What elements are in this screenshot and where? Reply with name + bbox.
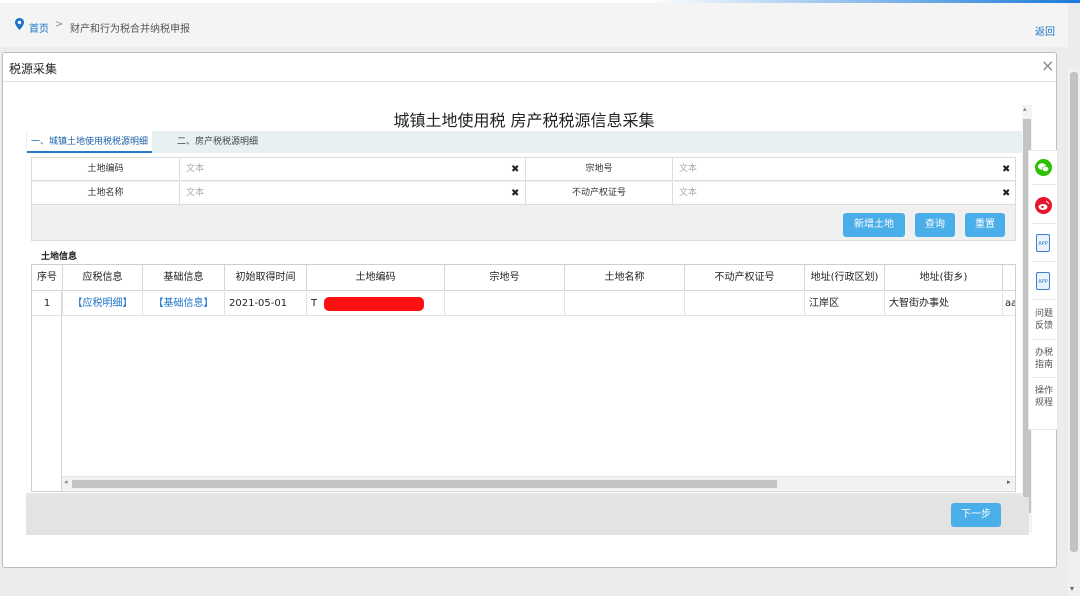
land-info-table: 序号 应税信息 基础信息 初始取得时间 土地编码 宗地号 土地名称 不动产权证号… xyxy=(31,264,1016,492)
location-pin-icon xyxy=(15,18,24,33)
column-header: 宗地号 xyxy=(445,265,565,291)
scroll-right-arrow-icon[interactable]: ▸ xyxy=(1007,478,1011,486)
table-cell-land-name xyxy=(565,292,685,316)
back-link[interactable]: 返回 xyxy=(1035,23,1055,38)
column-header: 土地名称 xyxy=(565,265,685,291)
table-cell-street: 大智街办事处 xyxy=(885,292,1003,316)
tax-guide-link[interactable]: 办税指南 xyxy=(1031,347,1057,371)
procedure-link[interactable]: 操作规程 xyxy=(1031,385,1057,409)
divider xyxy=(1032,339,1056,340)
table-cell-cert-no xyxy=(685,292,805,316)
table-cell-acquire-date: 2021-05-01 xyxy=(225,292,307,316)
breadcrumb: 首页 > 财产和行为税合并纳税申报 返回 xyxy=(0,3,1068,47)
land-code-label: 土地编码 xyxy=(32,158,180,181)
divider xyxy=(1032,261,1056,262)
base-info-link[interactable]: 【基础信息】 xyxy=(143,292,225,316)
next-step-button[interactable]: 下一步 xyxy=(951,503,1001,527)
table-cell-district: 江岸区 xyxy=(805,292,885,316)
wechat-icon[interactable] xyxy=(1035,159,1052,176)
tab-land-use-tax[interactable]: 一、城镇土地使用税税源明细 xyxy=(27,131,153,153)
breadcrumb-separator: > xyxy=(55,19,64,30)
query-button[interactable]: 查询 xyxy=(915,213,955,237)
reset-button[interactable]: 重置 xyxy=(965,213,1005,237)
side-toolbar: APP APP 问题反馈 办税指南 操作规程 xyxy=(1028,150,1058,430)
breadcrumb-home-link[interactable]: 首页 xyxy=(29,20,49,35)
close-icon[interactable]: × xyxy=(1041,56,1054,75)
table-cell-extra: aa xyxy=(1003,292,1015,316)
divider xyxy=(1032,377,1056,378)
table-cell-no: 1 xyxy=(32,292,63,316)
scroll-left-arrow-icon[interactable]: ◂ xyxy=(64,478,68,486)
column-header: 不动产权证号 xyxy=(685,265,805,291)
cert-no-label: 不动产权证号 xyxy=(526,182,673,205)
scroll-up-arrow-icon[interactable]: ▴ xyxy=(1023,105,1027,113)
cert-no-input[interactable]: 文本 xyxy=(673,182,1015,205)
clear-cert-no-icon[interactable]: ✖ xyxy=(1002,182,1010,205)
column-header: 序号 xyxy=(32,265,63,291)
dialog-title: 税源采集 xyxy=(9,62,58,76)
clear-land-code-icon[interactable]: ✖ xyxy=(511,158,519,181)
clear-parcel-no-icon[interactable]: ✖ xyxy=(1002,158,1010,181)
form-title: 城镇土地使用税 房产税税源信息采集 xyxy=(393,111,655,130)
tab-property-tax[interactable]: 二、房产税税源明细 xyxy=(173,131,262,153)
tax-detail-link[interactable]: 【应税明细】 xyxy=(63,292,143,316)
clear-land-name-icon[interactable]: ✖ xyxy=(511,182,519,205)
filter-row: 土地编码 文本 ✖ 宗地号 文本 ✖ xyxy=(32,158,1015,181)
app-icon[interactable]: APP xyxy=(1036,234,1050,252)
column-header: 地址(行政区划) xyxy=(805,265,885,291)
column-header: 应税信息 xyxy=(63,265,143,291)
land-name-input[interactable]: 文本 xyxy=(180,182,526,205)
add-land-button[interactable]: 新增土地 xyxy=(843,213,905,237)
column-header: 土地编码 xyxy=(307,265,445,291)
tax-source-dialog: 税源采集 × 城镇土地使用税 房产税税源信息采集 一、城镇土地使用税税源明细 二… xyxy=(2,52,1057,568)
breadcrumb-current: 财产和行为税合并纳税申报 xyxy=(70,24,190,35)
page-scrollbar-thumb[interactable] xyxy=(1070,72,1078,552)
app-icon[interactable]: APP xyxy=(1036,272,1050,290)
scroll-down-arrow-icon[interactable]: ▾ xyxy=(1070,584,1074,593)
weibo-icon[interactable] xyxy=(1035,197,1052,214)
filter-panel: 土地编码 文本 ✖ 宗地号 文本 ✖ 土地名称 文本 ✖ 不动产权证号 文本 ✖… xyxy=(31,157,1016,241)
divider xyxy=(1032,299,1056,300)
page-scrollbar[interactable]: ▾ xyxy=(1068,68,1080,596)
table-horizontal-scrollbar[interactable]: ◂ ▸ xyxy=(62,476,1015,490)
form-footer: 下一步 xyxy=(26,497,1029,535)
parcel-no-label: 宗地号 xyxy=(526,158,673,181)
form-panel: 城镇土地使用税 房产税税源信息采集 一、城镇土地使用税税源明细 二、房产税税源明… xyxy=(26,101,1022,533)
divider xyxy=(1032,223,1056,224)
column-header xyxy=(1003,265,1015,291)
redaction-mark xyxy=(324,297,424,311)
column-header: 地址(街乡) xyxy=(885,265,1003,291)
divider xyxy=(1032,184,1056,185)
grid-title: 土地信息 xyxy=(41,252,78,262)
land-name-label: 土地名称 xyxy=(32,182,180,205)
column-header: 初始取得时间 xyxy=(225,265,307,291)
dialog-header: 税源采集 × xyxy=(3,53,1056,82)
table-scrollbar-thumb[interactable] xyxy=(72,480,777,488)
land-code-input[interactable]: 文本 xyxy=(180,158,526,181)
table-cell-parcel-no xyxy=(445,292,565,316)
tab-bar: 一、城镇土地使用税税源明细 二、房产税税源明细 xyxy=(26,131,1022,153)
feedback-link[interactable]: 问题反馈 xyxy=(1031,308,1057,332)
parcel-no-input[interactable]: 文本 xyxy=(673,158,1015,181)
filter-row: 土地名称 文本 ✖ 不动产权证号 文本 ✖ xyxy=(32,182,1015,205)
column-header: 基础信息 xyxy=(143,265,225,291)
